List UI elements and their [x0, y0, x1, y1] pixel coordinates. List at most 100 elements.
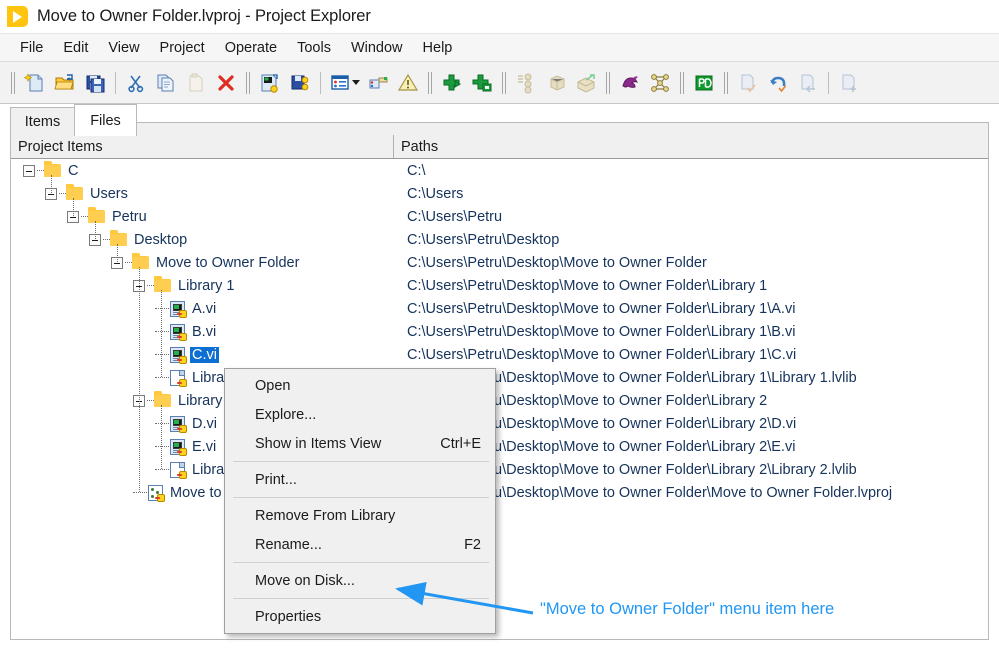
undo-arrow-icon[interactable] [763, 68, 793, 98]
menu-file[interactable]: File [10, 37, 53, 59]
context-menu-item[interactable]: Open [225, 371, 495, 400]
toolbar-grip-3[interactable] [426, 71, 434, 95]
folder-icon [88, 207, 105, 223]
menu-window[interactable]: Window [341, 37, 413, 59]
toolbar-grip-7[interactable] [722, 71, 730, 95]
cut-scissors-icon[interactable] [121, 68, 151, 98]
tree-node-label[interactable]: Library 1 [176, 278, 236, 294]
tree-node[interactable]: D.vi [155, 412, 219, 435]
warning-triangle-icon[interactable] [393, 68, 423, 98]
menu-help[interactable]: Help [413, 37, 463, 59]
tree-node-label[interactable]: Users [88, 186, 130, 202]
toolbar-grip-6[interactable] [678, 71, 686, 95]
tree-node-label[interactable]: Petru [110, 209, 149, 225]
add-window-icon[interactable] [467, 68, 497, 98]
tab-files[interactable]: Files [74, 104, 137, 136]
table-row[interactable]: Library 1.lvlibC:\Users\Petru\Desktop\Mo… [11, 366, 988, 389]
toolbar-grip-4[interactable] [500, 71, 508, 95]
context-menu-item[interactable]: Remove From Library [225, 501, 495, 530]
context-menu-item-shortcut: F2 [464, 536, 481, 553]
table-row[interactable]: A.vi C:\Users\Petru\Desktop\Move to Owner… [11, 297, 988, 320]
tree-node[interactable]: Petru [67, 205, 149, 228]
table-row[interactable]: Library 1 C:\Users\Petru\Desktop\Move to … [11, 274, 988, 297]
table-row[interactable]: C C:\ [11, 159, 988, 182]
tree-node[interactable]: Library 2 [133, 389, 236, 412]
save-vi-icon[interactable] [285, 68, 315, 98]
tree-node-label[interactable]: Move to Owner Folder [154, 255, 301, 271]
vi-file-icon [170, 415, 187, 433]
dependencies-icon[interactable] [511, 68, 541, 98]
context-menu-item[interactable]: Explore... [225, 400, 495, 429]
tree-node[interactable]: Library 1 [133, 274, 236, 297]
tree-node[interactable]: B.vi [155, 320, 218, 343]
toolbar-grip-5[interactable] [604, 71, 612, 95]
build-spec-icon[interactable] [363, 68, 393, 98]
context-menu: Open Explore... Show in Items View Ctrl+E Pr… [224, 368, 496, 634]
column-header-project-items[interactable]: Project Items [11, 135, 393, 158]
table-row[interactable]: Library 2 C:\Users\Petru\Desktop\Move to … [11, 389, 988, 412]
new-file-icon[interactable] [20, 68, 50, 98]
table-row[interactable]: E.vi C:\Users\Petru\Desktop\Move to Owner… [11, 435, 988, 458]
tree-node[interactable]: Desktop [89, 228, 189, 251]
tree-node[interactable]: A.vi [155, 297, 218, 320]
folder-icon [44, 161, 61, 177]
context-menu-item[interactable]: Show in Items View Ctrl+E [225, 429, 495, 458]
check-doc-icon[interactable] [733, 68, 763, 98]
window-title: Move to Owner Folder.lvproj - Project Ex… [37, 7, 371, 25]
tree-node[interactable]: E.vi [155, 435, 218, 458]
package-export-icon[interactable] [571, 68, 601, 98]
view-list-icon[interactable] [326, 68, 356, 98]
tree-connector [155, 469, 169, 470]
tree-node-label[interactable]: E.vi [190, 439, 218, 455]
table-row[interactable]: C.vi C:\Users\Petru\Desktop\Move to Owner… [11, 343, 988, 366]
context-menu-item[interactable]: Properties [225, 602, 495, 631]
table-row[interactable]: Users C:\Users [11, 182, 988, 205]
package-icon[interactable] [541, 68, 571, 98]
table-row[interactable]: Move to Owner Folder C:\Users\Petru\Deskt… [11, 251, 988, 274]
folder-icon [154, 276, 171, 292]
save-all-icon[interactable] [80, 68, 110, 98]
menu-project[interactable]: Project [150, 37, 215, 59]
menu-tools[interactable]: Tools [287, 37, 341, 59]
green-pd-icon[interactable] [689, 68, 719, 98]
context-menu-item-label: Open [255, 377, 291, 394]
menu-edit[interactable]: Edit [53, 37, 98, 59]
path-cell: C:\Users\Petru\Desktop\Move to Owner Fol… [407, 277, 768, 294]
context-menu-item[interactable]: Print... [225, 465, 495, 494]
tree-node-label[interactable]: B.vi [190, 324, 218, 340]
table-row[interactable]: Petru C:\Users\Petru [11, 205, 988, 228]
menu-operate[interactable]: Operate [215, 37, 287, 59]
context-menu-item[interactable]: Rename... F2 [225, 530, 495, 559]
tree-node-label-selected[interactable]: C.vi [190, 346, 219, 363]
context-menu-item[interactable]: Move on Disk... [225, 566, 495, 595]
table-row[interactable]: Desktop C:\Users\Petru\Desktop [11, 228, 988, 251]
paste-icon[interactable] [181, 68, 211, 98]
table-row[interactable]: D.vi C:\Users\Petru\Desktop\Move to Owner… [11, 412, 988, 435]
open-folder-icon[interactable] [50, 68, 80, 98]
tree-node-label[interactable]: Desktop [132, 232, 189, 248]
run-vi-icon[interactable] [255, 68, 285, 98]
delete-x-icon[interactable] [211, 68, 241, 98]
revert-doc-icon[interactable] [793, 68, 823, 98]
toolbar-grip[interactable] [9, 71, 17, 95]
add-run-icon[interactable] [437, 68, 467, 98]
tree-node-label[interactable]: C [66, 163, 80, 179]
tab-strip: Items Files [10, 104, 999, 136]
table-row[interactable]: Move to Owner Folder.lvprojC:\Users\Petr… [11, 481, 988, 504]
tree-node-label[interactable]: D.vi [190, 416, 219, 432]
tab-items[interactable]: Items [10, 107, 75, 136]
tree-node[interactable]: Users [45, 182, 130, 205]
toolbar-grip-2[interactable] [244, 71, 252, 95]
dragon-icon[interactable] [615, 68, 645, 98]
table-row[interactable]: Library 2.lvlibC:\Users\Petru\Desktop\Mo… [11, 458, 988, 481]
add-doc-icon[interactable] [834, 68, 864, 98]
collapse-minus-icon[interactable] [23, 164, 35, 177]
column-header-paths[interactable]: Paths [394, 135, 988, 158]
tree-connector [155, 377, 169, 378]
copy-icon[interactable] [151, 68, 181, 98]
menu-view[interactable]: View [98, 37, 149, 59]
tree-node[interactable]: C.vi [155, 343, 219, 366]
table-row[interactable]: B.vi C:\Users\Petru\Desktop\Move to Owner… [11, 320, 988, 343]
tree-node-label[interactable]: A.vi [190, 301, 218, 317]
network-nodes-icon[interactable] [645, 68, 675, 98]
